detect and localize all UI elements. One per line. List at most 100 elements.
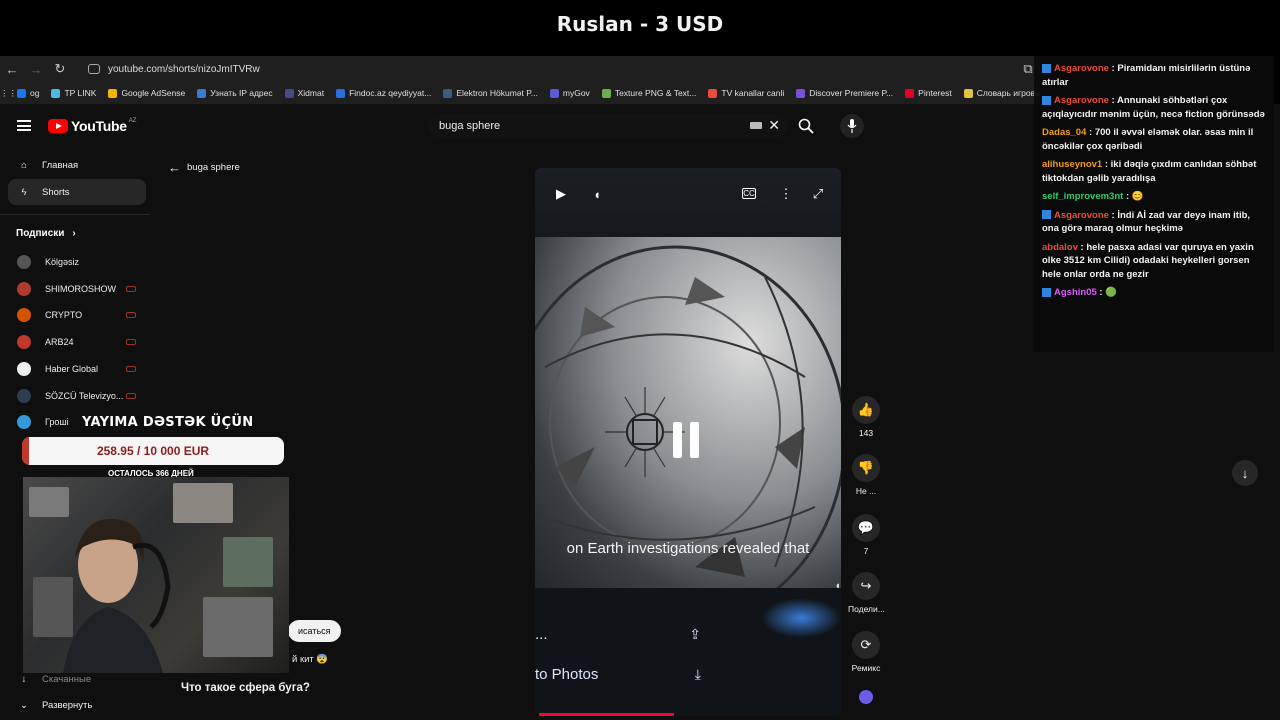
chat-message: Agshin05 : 🟢 <box>1042 286 1266 300</box>
subscriptions-header[interactable]: Подписки › <box>16 228 76 239</box>
sidebar-item-expand[interactable]: ⌄ Развернуть <box>0 692 150 718</box>
fullscreen-icon[interactable]: ⤢ <box>806 182 830 206</box>
pause-icon[interactable] <box>673 422 703 458</box>
chat-message: Asgarovone : Piramidanı misirlilərin üst… <box>1042 63 1251 88</box>
bookmark-item[interactable]: TV kanallar canli <box>708 88 784 98</box>
sidebar-divider <box>0 214 150 215</box>
subscription-channel[interactable]: SHIMOROSHOW <box>0 276 150 302</box>
shorts-player[interactable]: ▶ ◖ CC ⋮ ⤢ on Earth investigations revea… <box>535 168 841 716</box>
bookmark-item[interactable]: Findoc.az qeydiyyat... <box>336 88 431 98</box>
twitch-icon <box>1042 287 1051 297</box>
sidebar-item-home[interactable]: ⌂ Главная <box>0 152 150 178</box>
arrow-down-icon: ↓ <box>1241 465 1249 481</box>
bookmark-favicon-icon <box>108 88 118 98</box>
bookmark-item[interactable]: Texture PNG & Text... <box>601 88 696 98</box>
back-to-search[interactable]: ← buga sphere <box>168 160 240 175</box>
menu-item-share: ... ⇪ <box>535 625 701 643</box>
youtube-play-icon <box>48 119 68 133</box>
comments-label: 7 <box>863 546 869 556</box>
comments-icon: 💬 <box>852 514 880 542</box>
channel-avatar <box>17 361 31 376</box>
progress-bar[interactable] <box>539 713 674 716</box>
bookmark-item[interactable]: Pinterest <box>905 88 952 98</box>
live-indicator-icon <box>126 365 136 372</box>
chat-username: Asgarovone <box>1054 209 1109 221</box>
chat-text: 😊 <box>1131 191 1144 202</box>
live-indicator-icon <box>126 339 136 346</box>
remix-label: Ремикс <box>851 663 881 673</box>
chat-message: alihuseynov1 : iki dəqiə çıxdım canlıdan… <box>1042 159 1257 184</box>
play-icon[interactable]: ▶ <box>549 182 573 206</box>
keyboard-icon[interactable] <box>750 122 762 129</box>
twitch-icon <box>1042 210 1051 220</box>
reload-icon[interactable]: ↻ <box>48 61 72 77</box>
home-icon: ⌂ <box>21 159 27 171</box>
bookmark-item[interactable]: Узнать IP адрес <box>197 88 273 98</box>
back-icon[interactable]: ← <box>0 62 24 77</box>
live-indicator-icon <box>126 285 136 292</box>
dislike-button[interactable]: 👎 Не ... <box>848 454 884 496</box>
channel-avatar[interactable] <box>848 690 884 704</box>
volume-icon[interactable]: ◖ <box>585 182 609 206</box>
subscription-channel[interactable]: ARB24 <box>0 329 150 355</box>
youtube-logo[interactable]: YouTube AZ <box>48 118 136 134</box>
comments-button[interactable]: 💬 7 <box>848 514 884 556</box>
bookmark-item[interactable]: Словарь игровых т... <box>963 88 1040 98</box>
live-indicator-icon <box>126 392 136 399</box>
bookmark-item[interactable]: TP LINK <box>51 88 96 98</box>
more-icon[interactable]: ⋮ <box>774 182 798 206</box>
twitch-icon <box>1042 63 1051 73</box>
bookmark-favicon-icon <box>963 88 973 98</box>
subscription-channel[interactable]: Kölgəsiz <box>0 249 150 275</box>
download-icon: ⤓ <box>694 665 701 682</box>
bookmark-favicon-icon <box>17 88 26 98</box>
subscribe-button[interactable]: исаться <box>288 620 341 642</box>
captions-icon[interactable]: CC <box>742 188 756 199</box>
search-value: buga sphere <box>439 120 501 132</box>
menu-icon[interactable] <box>17 120 31 131</box>
search-button[interactable] <box>790 114 822 138</box>
bookmark-item[interactable]: Google AdSense <box>108 88 185 98</box>
subscription-channel[interactable]: Haber Global <box>0 356 150 382</box>
remix-icon: ⟳ <box>852 631 880 659</box>
like-icon: 👍 <box>852 396 880 424</box>
voice-search-button[interactable] <box>840 114 864 138</box>
chat-message: Dadas_04 : 700 il əvvəl eləmək olar. əsa… <box>1042 127 1254 152</box>
dislike-label: Не ... <box>855 486 877 496</box>
chat-username: Dadas_04 <box>1042 127 1087 138</box>
shorts-icon: ϟ <box>21 186 27 198</box>
bookmark-item[interactable]: og <box>17 88 39 98</box>
chat-username: self_improvem3nt <box>1042 191 1124 202</box>
chat-username: Asgarovone <box>1054 63 1109 74</box>
search-input[interactable]: buga sphere ✕ <box>428 114 788 138</box>
apps-icon[interactable]: ⋮⋮ <box>0 88 17 99</box>
url-text: youtube.com/shorts/nizoJmITVRw <box>108 63 260 75</box>
clear-search-icon[interactable]: ✕ <box>768 117 780 134</box>
bookmark-favicon-icon <box>284 88 294 98</box>
comment-fragment: й кит 😨 <box>292 654 329 665</box>
bookmark-item[interactable]: Elektron Hökumət P... <box>443 88 538 98</box>
channel-avatar <box>17 388 31 403</box>
share-button[interactable]: ↪ Подели... <box>848 572 885 614</box>
short-title[interactable]: Что такое сфера буга? <box>181 682 310 694</box>
forward-icon[interactable]: → <box>24 62 48 77</box>
like-button[interactable]: 👍 143 <box>848 396 884 438</box>
chat-username: alihuseynov1 <box>1042 159 1103 170</box>
subscription-channel[interactable]: CRYPTO <box>0 302 150 328</box>
sidebar-item-shorts[interactable]: ϟ Shorts <box>8 179 146 205</box>
address-input[interactable]: youtube.com/shorts/nizoJmITVRw <box>82 59 1016 79</box>
chat-message: abdalov : hele pasxa adasi var quruya en… <box>1042 241 1254 280</box>
remix-button[interactable]: ⟳ Ремикс <box>848 631 884 673</box>
live-indicator-icon <box>126 312 136 319</box>
chat-text: 🟢 <box>1105 287 1118 298</box>
bookmark-item[interactable]: myGov <box>549 88 590 98</box>
next-video-button[interactable]: ↓ <box>1232 460 1258 486</box>
subscription-channel[interactable]: SÖZCÜ Televizyo... <box>0 383 150 409</box>
bookmark-item[interactable]: Discover Premiere P... <box>796 88 893 98</box>
bookmark-item[interactable]: Xidmat <box>284 88 324 98</box>
site-info-icon[interactable] <box>88 64 100 74</box>
bookmark-favicon-icon <box>708 88 718 98</box>
mic-icon <box>847 119 857 133</box>
sphere-artifact <box>535 245 841 629</box>
arrow-left-icon: ← <box>168 160 181 175</box>
